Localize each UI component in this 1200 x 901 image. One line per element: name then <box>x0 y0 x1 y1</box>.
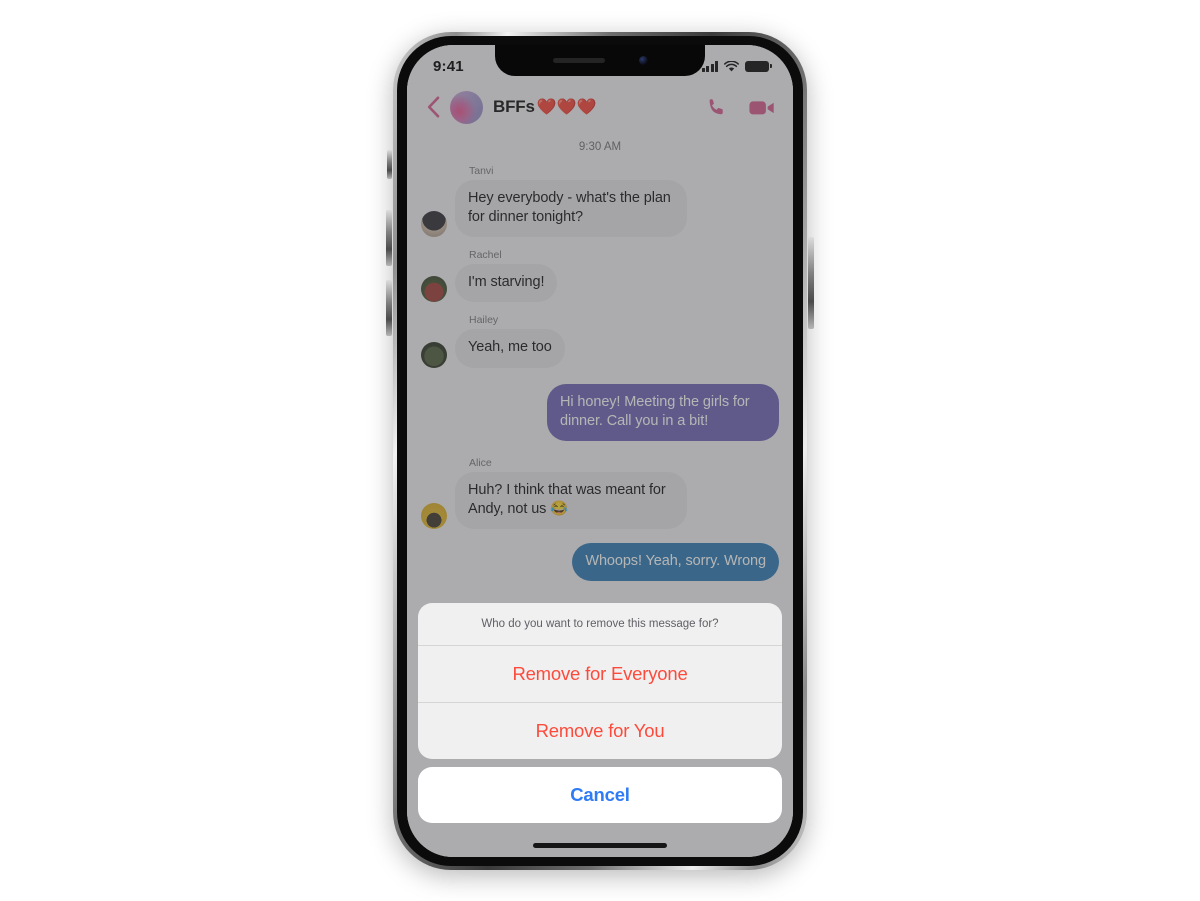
home-indicator[interactable] <box>533 843 667 848</box>
phone-screen: BFFs ❤️❤️❤️ 9:30 AM Tanvi Hey everybody … <box>407 45 793 857</box>
phone-bezel: BFFs ❤️❤️❤️ 9:30 AM Tanvi Hey everybody … <box>397 36 803 866</box>
front-camera-icon <box>638 56 648 65</box>
volume-up-button[interactable] <box>386 210 392 266</box>
action-sheet-group: Who do you want to remove this message f… <box>418 603 782 759</box>
remove-message-action-sheet: Who do you want to remove this message f… <box>418 603 782 823</box>
remove-for-everyone-button[interactable]: Remove for Everyone <box>418 646 782 702</box>
wifi-icon <box>724 60 739 71</box>
status-bar-indicators <box>701 60 772 72</box>
power-button[interactable] <box>808 237 814 329</box>
volume-down-button[interactable] <box>386 280 392 336</box>
remove-for-you-button[interactable]: Remove for You <box>418 702 782 759</box>
silent-switch[interactable] <box>387 150 392 179</box>
earpiece-speaker-icon <box>552 58 605 63</box>
action-sheet-title: Who do you want to remove this message f… <box>418 603 782 646</box>
iphone-device-frame: BFFs ❤️❤️❤️ 9:30 AM Tanvi Hey everybody … <box>386 32 814 870</box>
status-bar-time: 9:41 <box>433 57 464 75</box>
cancel-button[interactable]: Cancel <box>418 767 782 823</box>
device-notch <box>495 45 705 76</box>
battery-icon <box>745 60 772 72</box>
